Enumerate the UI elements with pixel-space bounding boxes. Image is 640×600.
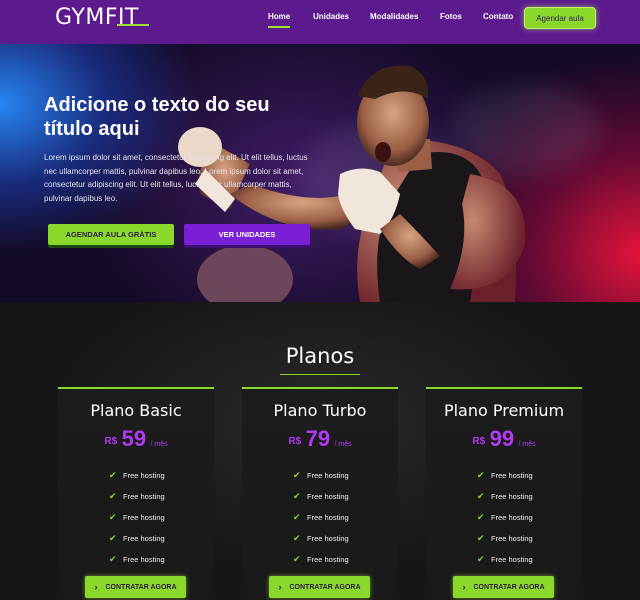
hero-title: Adicione o texto do seu título aqui xyxy=(44,94,270,140)
contratar-agora-button[interactable]: › CONTRATAR AGORA xyxy=(453,576,554,598)
plan-card-basic: Plano Basic R$ 59 / mês ✔ Free hosting ✔ F… xyxy=(58,387,214,600)
plan-name: Plano Turbo xyxy=(273,401,367,420)
price-currency: R$ xyxy=(288,436,302,447)
check-icon: ✔ xyxy=(477,554,485,564)
plan-feature: ✔ Free hosting xyxy=(477,512,533,522)
plan-feature: ✔ Free hosting xyxy=(477,554,533,564)
plans-title: Planos xyxy=(285,344,355,368)
hero-banner: Adicione o texto do seu título aqui Lore… xyxy=(0,44,640,302)
gymfit-logo[interactable]: GYMFIT xyxy=(55,5,149,30)
contratar-agora-button[interactable]: › CONTRATAR AGORA xyxy=(269,576,370,598)
top-navbar: GYMFIT Home Unidades Modalidades Fotos C… xyxy=(0,0,640,44)
chevron-right-icon: › xyxy=(278,582,282,592)
price-currency: R$ xyxy=(472,436,486,447)
plan-feature: ✔ Free hosting xyxy=(293,554,349,564)
plan-feature: ✔ Free hosting xyxy=(477,470,533,480)
chevron-right-icon: › xyxy=(94,582,98,592)
plan-price: R$ 79 / mês xyxy=(242,426,398,452)
check-icon: ✔ xyxy=(477,491,485,501)
check-icon: ✔ xyxy=(293,512,301,522)
plan-card-premium: Plano Premium R$ 99 / mês ✔ Free hosting … xyxy=(426,387,582,600)
price-period: / mês xyxy=(518,441,536,448)
check-icon: ✔ xyxy=(109,512,117,522)
price-period: / mês xyxy=(334,441,352,448)
price-period: / mês xyxy=(150,441,168,448)
logo-gym: GYM xyxy=(55,5,105,30)
check-icon: ✔ xyxy=(109,554,117,564)
chevron-right-icon: › xyxy=(462,582,466,592)
plan-feature: ✔ Free hosting xyxy=(109,554,165,564)
check-icon: ✔ xyxy=(293,491,301,501)
plan-price: R$ 99 / mês xyxy=(426,426,582,452)
nav-item-fotos[interactable]: Fotos xyxy=(440,12,462,26)
plan-feature: ✔ Free hosting xyxy=(293,512,349,522)
plan-price: R$ 59 / mês xyxy=(58,426,214,452)
nav-item-home[interactable]: Home xyxy=(268,12,291,28)
agendar-aula-gratis-button[interactable]: AGENDAR AULA GRÁTIS xyxy=(48,224,174,245)
plan-feature: ✔ Free hosting xyxy=(293,533,349,543)
logo-underline xyxy=(117,24,149,26)
plan-feature: ✔ Free hosting xyxy=(293,470,349,480)
plan-name: Plano Basic xyxy=(90,401,182,420)
plan-feature: ✔ Free hosting xyxy=(293,491,349,501)
plan-feature: ✔ Free hosting xyxy=(109,470,165,480)
plan-feature: ✔ Free hosting xyxy=(109,512,165,522)
logo-fit: FIT xyxy=(104,5,139,30)
plan-card-turbo: Plano Turbo R$ 79 / mês ✔ Free hosting ✔ F… xyxy=(242,387,398,600)
price-value: 79 xyxy=(305,426,331,451)
check-icon: ✔ xyxy=(477,512,485,522)
plan-feature: ✔ Free hosting xyxy=(109,491,165,501)
agendar-aula-button[interactable]: Agendar aula xyxy=(524,7,596,29)
plan-feature: ✔ Free hosting xyxy=(109,533,165,543)
check-icon: ✔ xyxy=(109,491,117,501)
ver-unidades-button[interactable]: VER UNIDADES xyxy=(184,224,310,245)
plan-feature: ✔ Free hosting xyxy=(477,491,533,501)
hero-description: Lorem ipsum dolor sit amet, consectetur … xyxy=(44,153,308,203)
plan-name: Plano Premium xyxy=(443,401,565,420)
check-icon: ✔ xyxy=(293,533,301,543)
plans-title-divider xyxy=(280,374,360,375)
contratar-agora-button[interactable]: › CONTRATAR AGORA xyxy=(85,576,186,598)
plans-section: Planos Plano Basic R$ 59 / mês ✔ Free hos… xyxy=(0,302,640,600)
nav-item-contato[interactable]: Contato xyxy=(483,12,513,26)
price-value: 99 xyxy=(489,426,515,451)
check-icon: ✔ xyxy=(109,470,117,480)
check-icon: ✔ xyxy=(109,533,117,543)
nav-item-modalidades[interactable]: Modalidades xyxy=(370,12,418,26)
check-icon: ✔ xyxy=(293,554,301,564)
plan-feature: ✔ Free hosting xyxy=(477,533,533,543)
price-currency: R$ xyxy=(104,436,118,447)
check-icon: ✔ xyxy=(477,533,485,543)
nav-item-unidades[interactable]: Unidades xyxy=(313,12,349,26)
check-icon: ✔ xyxy=(477,470,485,480)
price-value: 59 xyxy=(121,426,147,451)
check-icon: ✔ xyxy=(293,470,301,480)
